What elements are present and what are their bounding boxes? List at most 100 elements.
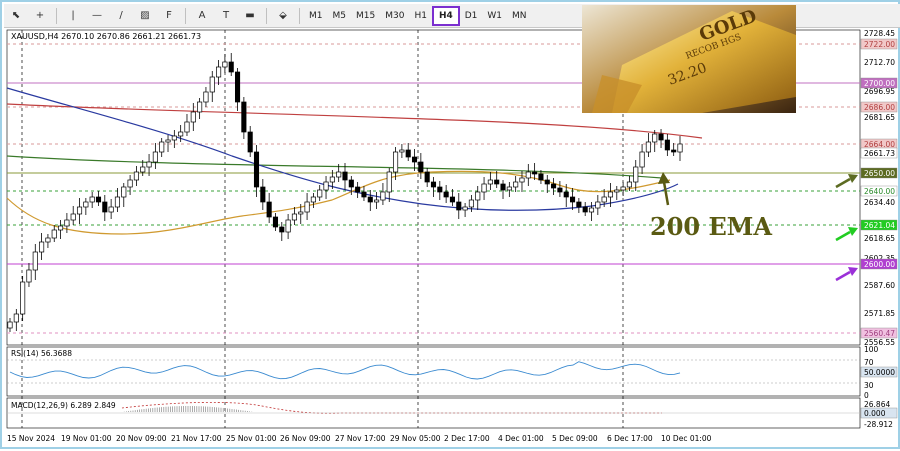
bullish-candle bbox=[184, 121, 190, 133]
bullish-candle bbox=[380, 191, 386, 201]
price-tag-label: 2722.00 bbox=[864, 40, 895, 49]
bearish-candle bbox=[234, 71, 241, 103]
bearish-candle bbox=[664, 139, 670, 151]
resistance-arrow-icon bbox=[835, 177, 851, 189]
bullish-candle bbox=[178, 131, 184, 137]
price-axis-tick: 2618.65 bbox=[864, 234, 895, 243]
price-axis-tick: 2696.95 bbox=[864, 87, 895, 96]
price-tag-label: 2560.47 bbox=[864, 329, 895, 338]
gold-bar-image: GOLD RECOB HGS 32.20 bbox=[582, 5, 796, 113]
bearish-candle bbox=[241, 101, 247, 133]
bearish-candle bbox=[266, 201, 272, 218]
bullish-candle bbox=[481, 183, 487, 193]
bearish-candle bbox=[563, 191, 569, 198]
price-tag-label: 2664.00 bbox=[864, 140, 895, 149]
macd-signal-line bbox=[121, 401, 662, 414]
bullish-candle bbox=[108, 206, 114, 213]
bullish-candle bbox=[64, 219, 70, 227]
bearish-candle bbox=[367, 196, 373, 203]
symbol-info-label: XAUUSD,H4 2670.10 2670.86 2661.21 2661.7… bbox=[11, 32, 201, 41]
price-axis-tick: 2728.45 bbox=[864, 29, 895, 38]
bullish-candle bbox=[386, 171, 392, 193]
bullish-candle bbox=[304, 201, 310, 213]
bullish-candle bbox=[32, 251, 38, 271]
bullish-candle bbox=[159, 141, 165, 153]
price-axis-tick: 2571.85 bbox=[864, 309, 895, 318]
bearish-candle bbox=[355, 186, 361, 193]
bullish-candle bbox=[645, 141, 651, 153]
rsi-panel bbox=[6, 346, 861, 397]
bearish-candle bbox=[494, 179, 500, 185]
rsi-axis-tick: 50.0000 bbox=[864, 368, 895, 377]
bullish-candle bbox=[519, 177, 525, 183]
bullish-candle bbox=[393, 151, 399, 173]
bullish-candle bbox=[222, 61, 228, 68]
bullish-candle bbox=[626, 181, 632, 188]
bullish-candle bbox=[45, 237, 51, 243]
bullish-candle bbox=[216, 66, 222, 78]
time-axis-tick: 6 Dec 17:00 bbox=[607, 434, 653, 443]
macd-axis-tick: -28.912 bbox=[864, 420, 893, 429]
bullish-candle bbox=[601, 196, 607, 203]
bullish-candle bbox=[298, 211, 304, 215]
bullish-candle bbox=[7, 321, 13, 329]
bullish-candle bbox=[595, 201, 601, 209]
bullish-candle bbox=[462, 206, 468, 211]
rsi-label: RSI(14) 56.3688 bbox=[11, 349, 72, 358]
bearish-candle bbox=[260, 186, 266, 203]
bearish-candle bbox=[348, 179, 354, 188]
bearish-candle bbox=[247, 131, 253, 153]
trading-terminal-window: ⬉ + | — / ▨ F A T ▬ ⬙ M1 M5 M15 M30 H1 H4 D1 W1 MN XAUUSD,H… bbox=[0, 0, 900, 449]
rsi-axis-tick: 70 bbox=[864, 358, 874, 367]
bullish-candle bbox=[127, 179, 133, 188]
bullish-candle bbox=[70, 213, 76, 221]
bullish-candle bbox=[468, 199, 474, 208]
support-low-arrow-icon bbox=[835, 270, 851, 282]
bullish-candle bbox=[114, 196, 121, 208]
ema-green-line bbox=[6, 155, 663, 179]
bearish-candle bbox=[544, 179, 550, 185]
time-axis-tick: 29 Nov 05:00 bbox=[390, 434, 441, 443]
macd-label: MACD(12,26,9) 6.289 2.849 bbox=[11, 401, 116, 410]
bullish-candle bbox=[20, 281, 26, 315]
bullish-candle bbox=[513, 181, 519, 188]
bearish-candle bbox=[557, 187, 563, 193]
rsi-axis-tick: 100 bbox=[864, 345, 879, 354]
bullish-candle bbox=[588, 207, 595, 213]
bullish-candle bbox=[13, 313, 19, 323]
bearish-candle bbox=[532, 171, 538, 175]
bullish-candle bbox=[121, 186, 127, 198]
bearish-candle bbox=[253, 151, 260, 188]
rsi-axis-tick: 30 bbox=[864, 381, 874, 390]
bearish-candle bbox=[671, 149, 677, 153]
time-axis-tick: 25 Nov 01:00 bbox=[226, 434, 277, 443]
bullish-candle bbox=[58, 225, 64, 231]
price-tag-label: 2621.04 bbox=[864, 221, 895, 230]
bearish-candle bbox=[95, 196, 102, 203]
bearish-candle bbox=[500, 183, 506, 191]
support-arrow-icon bbox=[835, 230, 851, 242]
time-axis-tick: 19 Nov 01:00 bbox=[61, 434, 112, 443]
price-tag-label: 2686.00 bbox=[864, 103, 895, 112]
time-axis-tick: 27 Nov 17:00 bbox=[335, 434, 386, 443]
price-axis-tick: 2681.65 bbox=[864, 113, 895, 122]
ema-blue-line bbox=[6, 87, 679, 211]
bearish-candle bbox=[279, 226, 285, 233]
bullish-candle bbox=[525, 171, 531, 179]
bullish-candle bbox=[133, 171, 139, 181]
rsi-axis-tick: 0 bbox=[864, 391, 869, 400]
bullish-candle bbox=[607, 191, 614, 198]
bearish-candle bbox=[430, 181, 437, 188]
bullish-candle bbox=[209, 76, 215, 93]
bearish-candle bbox=[272, 216, 279, 228]
bearish-candle bbox=[456, 201, 462, 211]
price-tag-label: 2700.00 bbox=[864, 79, 895, 88]
macd-axis-tick: 0.000 bbox=[864, 409, 886, 418]
bearish-candle bbox=[411, 156, 418, 163]
bearish-candle bbox=[418, 161, 424, 173]
bearish-candle bbox=[658, 133, 664, 141]
bearish-candle bbox=[437, 186, 443, 193]
bullish-candle bbox=[310, 196, 316, 203]
bullish-candle bbox=[76, 206, 83, 215]
bearish-candle bbox=[342, 171, 348, 181]
